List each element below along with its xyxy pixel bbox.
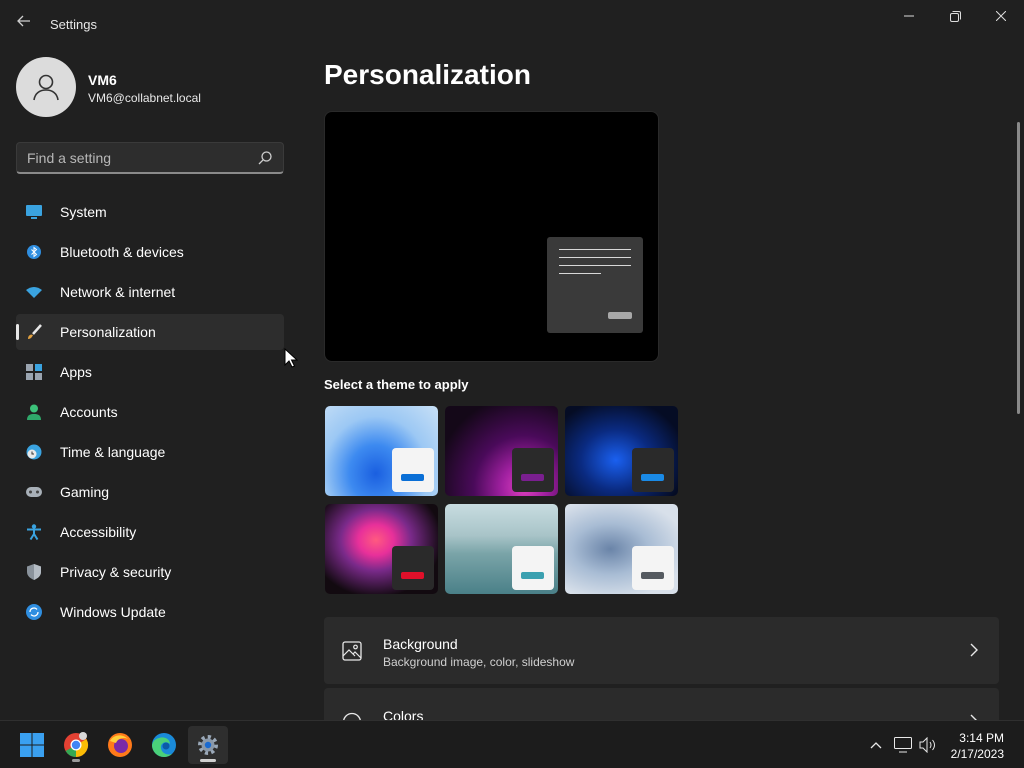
shield-icon xyxy=(26,564,42,580)
running-indicator xyxy=(200,759,216,762)
paintbrush-icon xyxy=(26,324,42,340)
person-icon xyxy=(33,74,59,101)
apps-icon xyxy=(26,364,42,380)
close-button[interactable] xyxy=(978,0,1024,32)
restore-button[interactable] xyxy=(932,0,978,32)
card-title: Background xyxy=(383,636,458,652)
accessibility-icon xyxy=(26,524,42,540)
sidebar-item-accessibility[interactable]: Accessibility xyxy=(16,514,284,550)
taskbar-settings[interactable] xyxy=(188,726,228,764)
minimize-button[interactable] xyxy=(886,0,932,32)
sidebar-item-gaming[interactable]: Gaming xyxy=(16,474,284,510)
theme-accent-bar xyxy=(521,474,544,481)
volume-icon xyxy=(919,737,935,753)
user-email: VM6@collabnet.local xyxy=(88,91,201,105)
sidebar-item-label: Apps xyxy=(60,364,92,380)
sidebar-item-privacy-security[interactable]: Privacy & security xyxy=(16,554,284,590)
settings-gear-icon xyxy=(198,735,218,755)
taskbar-chrome[interactable] xyxy=(56,726,96,764)
scrollbar[interactable] xyxy=(1017,122,1020,414)
app-title: Settings xyxy=(50,17,97,32)
firefox-icon xyxy=(108,733,132,757)
sidebar-item-label: Network & internet xyxy=(60,284,176,300)
theme-accent-bar xyxy=(641,572,664,579)
theme-thumbnail-sunrise[interactable] xyxy=(445,504,558,594)
sidebar-nav: System Bluetooth & devices Network & int… xyxy=(16,194,284,634)
sidebar-item-label: Privacy & security xyxy=(60,564,172,580)
taskbar-firefox[interactable] xyxy=(100,726,140,764)
page-title: Personalization xyxy=(324,59,531,90)
title-bar: Settings xyxy=(0,0,1024,48)
sidebar-item-label: Accessibility xyxy=(60,524,137,540)
taskbar: 3:14 PM 2/17/2023 xyxy=(0,720,1024,768)
taskbar-edge[interactable] xyxy=(144,726,184,764)
accounts-icon xyxy=(26,404,42,420)
sidebar-item-bluetooth[interactable]: Bluetooth & devices xyxy=(16,234,284,270)
sidebar-item-system[interactable]: System xyxy=(16,194,284,230)
theme-preview xyxy=(324,111,659,362)
background-card[interactable]: Background Background image, color, slid… xyxy=(324,617,999,684)
chrome-icon xyxy=(64,732,89,757)
back-arrow-icon xyxy=(17,15,30,27)
theme-thumbnail-glow[interactable] xyxy=(445,406,558,496)
restore-icon xyxy=(949,10,961,22)
chevron-up-icon xyxy=(870,742,882,749)
search-icon[interactable] xyxy=(257,150,273,166)
search-input[interactable] xyxy=(27,149,247,167)
minimize-icon xyxy=(904,15,914,17)
theme-thumbnail-windows-light[interactable] xyxy=(325,406,438,496)
preview-window xyxy=(547,237,643,333)
sidebar-item-windows-update[interactable]: Windows Update xyxy=(16,594,284,630)
show-hidden-icons-button[interactable] xyxy=(866,735,886,755)
theme-accent-bar xyxy=(401,572,424,579)
clock-globe-icon xyxy=(26,444,42,460)
user-name: VM6 xyxy=(88,72,117,88)
image-icon xyxy=(342,641,362,661)
card-subtitle: Background image, color, slideshow xyxy=(383,655,575,669)
system-display-icon xyxy=(26,204,42,220)
sidebar-item-label: Bluetooth & devices xyxy=(60,244,184,260)
theme-accent-bar xyxy=(641,474,664,481)
wifi-icon xyxy=(26,284,42,300)
sidebar-item-apps[interactable]: Apps xyxy=(16,354,284,390)
theme-accent-bar xyxy=(521,572,544,579)
running-indicator xyxy=(72,759,80,762)
sidebar-item-label: Personalization xyxy=(60,324,156,340)
network-tray-button[interactable] xyxy=(893,735,913,755)
edge-icon xyxy=(151,733,176,758)
start-icon xyxy=(20,733,44,757)
clock-time: 3:14 PM xyxy=(959,731,1004,745)
theme-accent-bar xyxy=(401,474,424,481)
sidebar-item-time-language[interactable]: Time & language xyxy=(16,434,284,470)
network-monitor-icon xyxy=(894,737,912,753)
chevron-right-icon xyxy=(970,643,978,657)
sidebar-item-label: System xyxy=(60,204,107,220)
volume-tray-button[interactable] xyxy=(918,735,938,755)
update-icon xyxy=(26,604,42,620)
gamepad-icon xyxy=(26,484,42,500)
back-button[interactable] xyxy=(12,12,36,36)
sidebar-item-accounts[interactable]: Accounts xyxy=(16,394,284,430)
theme-section-title: Select a theme to apply xyxy=(324,377,469,392)
bluetooth-icon xyxy=(26,244,42,260)
theme-thumbnail-captured-motion[interactable] xyxy=(325,504,438,594)
theme-thumbnail-flow[interactable] xyxy=(565,504,678,594)
mouse-cursor-icon xyxy=(284,348,298,368)
search-box[interactable] xyxy=(16,142,284,174)
close-icon xyxy=(996,11,1006,21)
sidebar-item-label: Accounts xyxy=(60,404,118,420)
sidebar-item-network[interactable]: Network & internet xyxy=(16,274,284,310)
sidebar-item-label: Gaming xyxy=(60,484,110,500)
sidebar-item-personalization[interactable]: Personalization xyxy=(16,314,284,350)
start-button[interactable] xyxy=(12,726,52,764)
theme-grid xyxy=(325,406,681,596)
sidebar-item-label: Windows Update xyxy=(60,604,166,620)
clock-date: 2/17/2023 xyxy=(950,747,1004,761)
theme-thumbnail-windows-dark[interactable] xyxy=(565,406,678,496)
sidebar-item-label: Time & language xyxy=(60,444,166,460)
taskbar-clock[interactable]: 3:14 PM 2/17/2023 xyxy=(951,730,1004,762)
avatar[interactable] xyxy=(16,57,76,117)
